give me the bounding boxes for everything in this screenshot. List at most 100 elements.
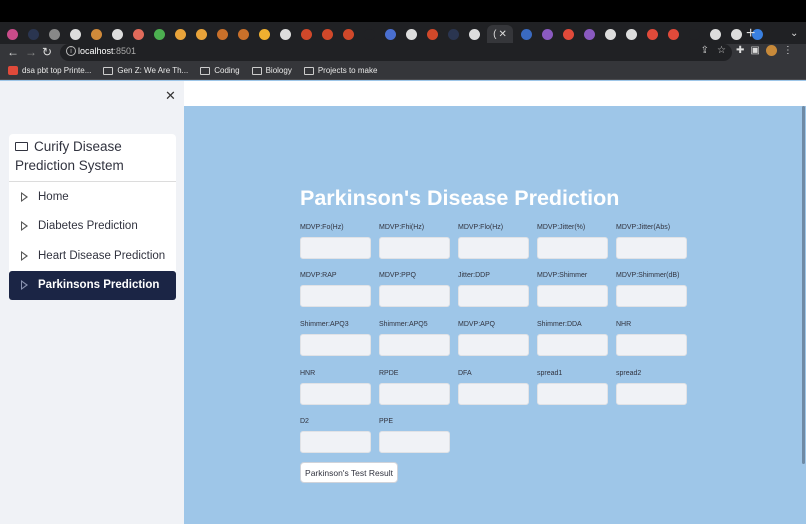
tab-favicon[interactable] (235, 26, 251, 42)
sidebar-item-home[interactable]: Home (9, 182, 176, 212)
url-input[interactable]: i localhost:8501 ⇪ ☆ (60, 44, 732, 61)
field-label: MDVP:Jitter(Abs) (616, 224, 671, 231)
field-label: D2 (300, 418, 309, 425)
tab-favicon[interactable] (581, 26, 597, 42)
text-input[interactable] (458, 237, 529, 259)
tab-favicon[interactable] (644, 26, 660, 42)
github-icon[interactable] (67, 26, 83, 42)
bookmark-item[interactable]: Biology (251, 66, 292, 75)
field-label: PPE (379, 418, 394, 425)
kebab-menu-icon[interactable]: ⋮ (783, 45, 793, 56)
tab-favicon[interactable] (707, 26, 723, 42)
field-label: Shimmer:APQ5 (379, 321, 428, 328)
tab-favicon[interactable] (539, 26, 555, 42)
text-input[interactable] (537, 334, 608, 356)
field-label: spread2 (616, 370, 642, 377)
text-input[interactable] (379, 334, 450, 356)
tab-favicon[interactable] (665, 26, 681, 42)
tab-favicon[interactable] (361, 26, 377, 42)
google-icon[interactable] (277, 26, 293, 42)
sidebar-item-heart[interactable]: Heart Disease Prediction (9, 241, 176, 271)
tab-favicon[interactable] (382, 26, 398, 42)
bookmark-item[interactable]: Projects to make (303, 66, 377, 75)
tab-favicon[interactable] (686, 26, 702, 42)
tab-favicon[interactable] (172, 26, 188, 42)
text-input[interactable] (537, 383, 608, 405)
text-input[interactable] (458, 383, 529, 405)
text-input[interactable] (300, 285, 371, 307)
forward-arrow-icon[interactable]: → (25, 45, 37, 59)
tab-favicon[interactable] (46, 26, 62, 42)
text-input[interactable] (537, 285, 608, 307)
bookmark-item[interactable]: dsa pbt top Printe... (8, 66, 91, 75)
tab-favicon[interactable] (298, 26, 314, 42)
text-input[interactable] (379, 431, 450, 453)
google-icon[interactable] (623, 26, 639, 42)
tab-favicon[interactable] (193, 26, 209, 42)
tab-favicon[interactable] (319, 26, 335, 42)
bookmark-item[interactable]: Coding (200, 66, 240, 75)
share-icon[interactable]: ⇪ (701, 45, 709, 56)
back-arrow-icon[interactable]: ← (7, 45, 19, 59)
tab-favicon[interactable] (214, 26, 230, 42)
avatar[interactable] (765, 45, 777, 56)
text-input[interactable] (379, 237, 450, 259)
info-icon[interactable]: i (66, 46, 76, 56)
sidebar-item-parkinsons[interactable]: Parkinsons Prediction (9, 270, 176, 300)
omnibox-actions: ⇪ ☆ (701, 45, 726, 56)
tab-active[interactable]: ( ✕ (487, 25, 513, 43)
text-input[interactable] (458, 285, 529, 307)
field-label: HNR (300, 370, 316, 377)
url-host: localhost (78, 46, 114, 56)
text-input[interactable] (300, 334, 371, 356)
text-input[interactable] (300, 431, 371, 453)
field-label: MDVP:RAP (300, 272, 337, 279)
option-menu: Curify Disease Prediction System Home Di… (9, 134, 176, 300)
text-input[interactable] (458, 334, 529, 356)
tab-favicon[interactable] (4, 26, 20, 42)
text-input[interactable] (300, 237, 371, 259)
tab-favicon[interactable] (340, 26, 356, 42)
tab-favicon[interactable] (130, 26, 146, 42)
test-result-button[interactable]: Parkinson's Test Result (300, 462, 398, 483)
number-field: MDVP:Jitter(Abs) (616, 224, 687, 259)
reload-icon[interactable]: ↻ (42, 45, 52, 59)
text-input[interactable] (616, 383, 687, 405)
text-input[interactable] (379, 285, 450, 307)
new-tab-button[interactable]: + (746, 25, 755, 43)
sidepanel-icon[interactable]: ▣ (750, 45, 759, 56)
tab-favicon[interactable] (424, 26, 440, 42)
text-input[interactable] (300, 383, 371, 405)
text-input[interactable] (616, 285, 687, 307)
text-input[interactable] (379, 383, 450, 405)
star-icon[interactable]: ☆ (717, 45, 726, 56)
scrollbar[interactable] (802, 106, 805, 464)
tab-favicon[interactable] (602, 26, 618, 42)
google-icon[interactable] (728, 26, 744, 42)
number-field: MDVP:PPQ (379, 272, 450, 307)
tab-favicon[interactable] (256, 26, 272, 42)
tab-favicon[interactable] (88, 26, 104, 42)
bookmark-label: Gen Z: We Are Th... (117, 66, 189, 75)
tab-favicon[interactable] (445, 26, 461, 42)
tab-favicon[interactable] (25, 26, 41, 42)
github-icon[interactable] (109, 26, 125, 42)
gmail-icon[interactable] (560, 26, 576, 42)
tab-favicon[interactable] (151, 26, 167, 42)
close-icon[interactable]: ✕ (498, 29, 506, 40)
sidebar-item-diabetes[interactable]: Diabetes Prediction (9, 212, 176, 242)
puzzle-icon[interactable]: ✚ (736, 45, 744, 56)
number-field: MDVP:Fo(Hz) (300, 224, 371, 259)
bookmark-item[interactable]: Gen Z: We Are Th... (103, 66, 188, 75)
sidebar-item-label: Diabetes Prediction (38, 220, 138, 233)
tab-search-chevron-icon[interactable]: ⌄ (790, 28, 798, 39)
tab-favicon[interactable] (518, 26, 534, 42)
tab-list: ( ✕ (4, 25, 765, 43)
github-icon[interactable] (466, 26, 482, 42)
tab-favicon[interactable] (403, 26, 419, 42)
text-input[interactable] (616, 237, 687, 259)
close-icon[interactable]: ✕ (165, 88, 176, 104)
number-field: Shimmer:APQ5 (379, 321, 450, 356)
text-input[interactable] (537, 237, 608, 259)
text-input[interactable] (616, 334, 687, 356)
